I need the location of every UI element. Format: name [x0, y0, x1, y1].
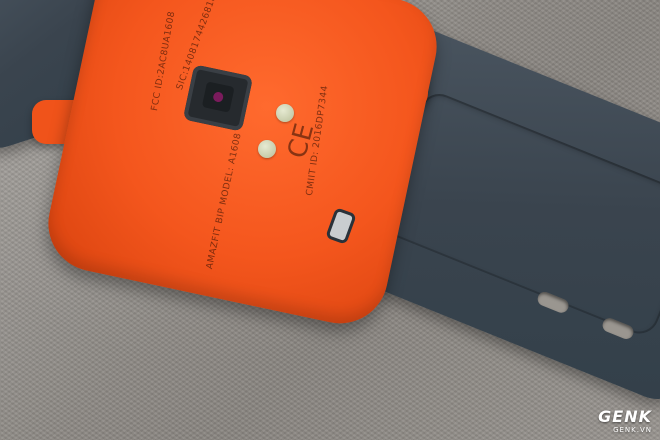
charging-contact [276, 104, 294, 122]
sensor-lens [201, 81, 235, 113]
sensor-led [212, 91, 225, 103]
watermark-logo: GENK [598, 407, 652, 426]
watermark-site: GENK.VN [613, 426, 652, 434]
heart-rate-sensor [182, 64, 254, 132]
watermark: GENK GENK.VN [598, 407, 652, 434]
photo-scene: SIC:14081744268182 MADE IN CHINA FCC ID:… [0, 0, 660, 440]
watch-case-back [39, 0, 446, 333]
charging-contact [258, 140, 276, 158]
